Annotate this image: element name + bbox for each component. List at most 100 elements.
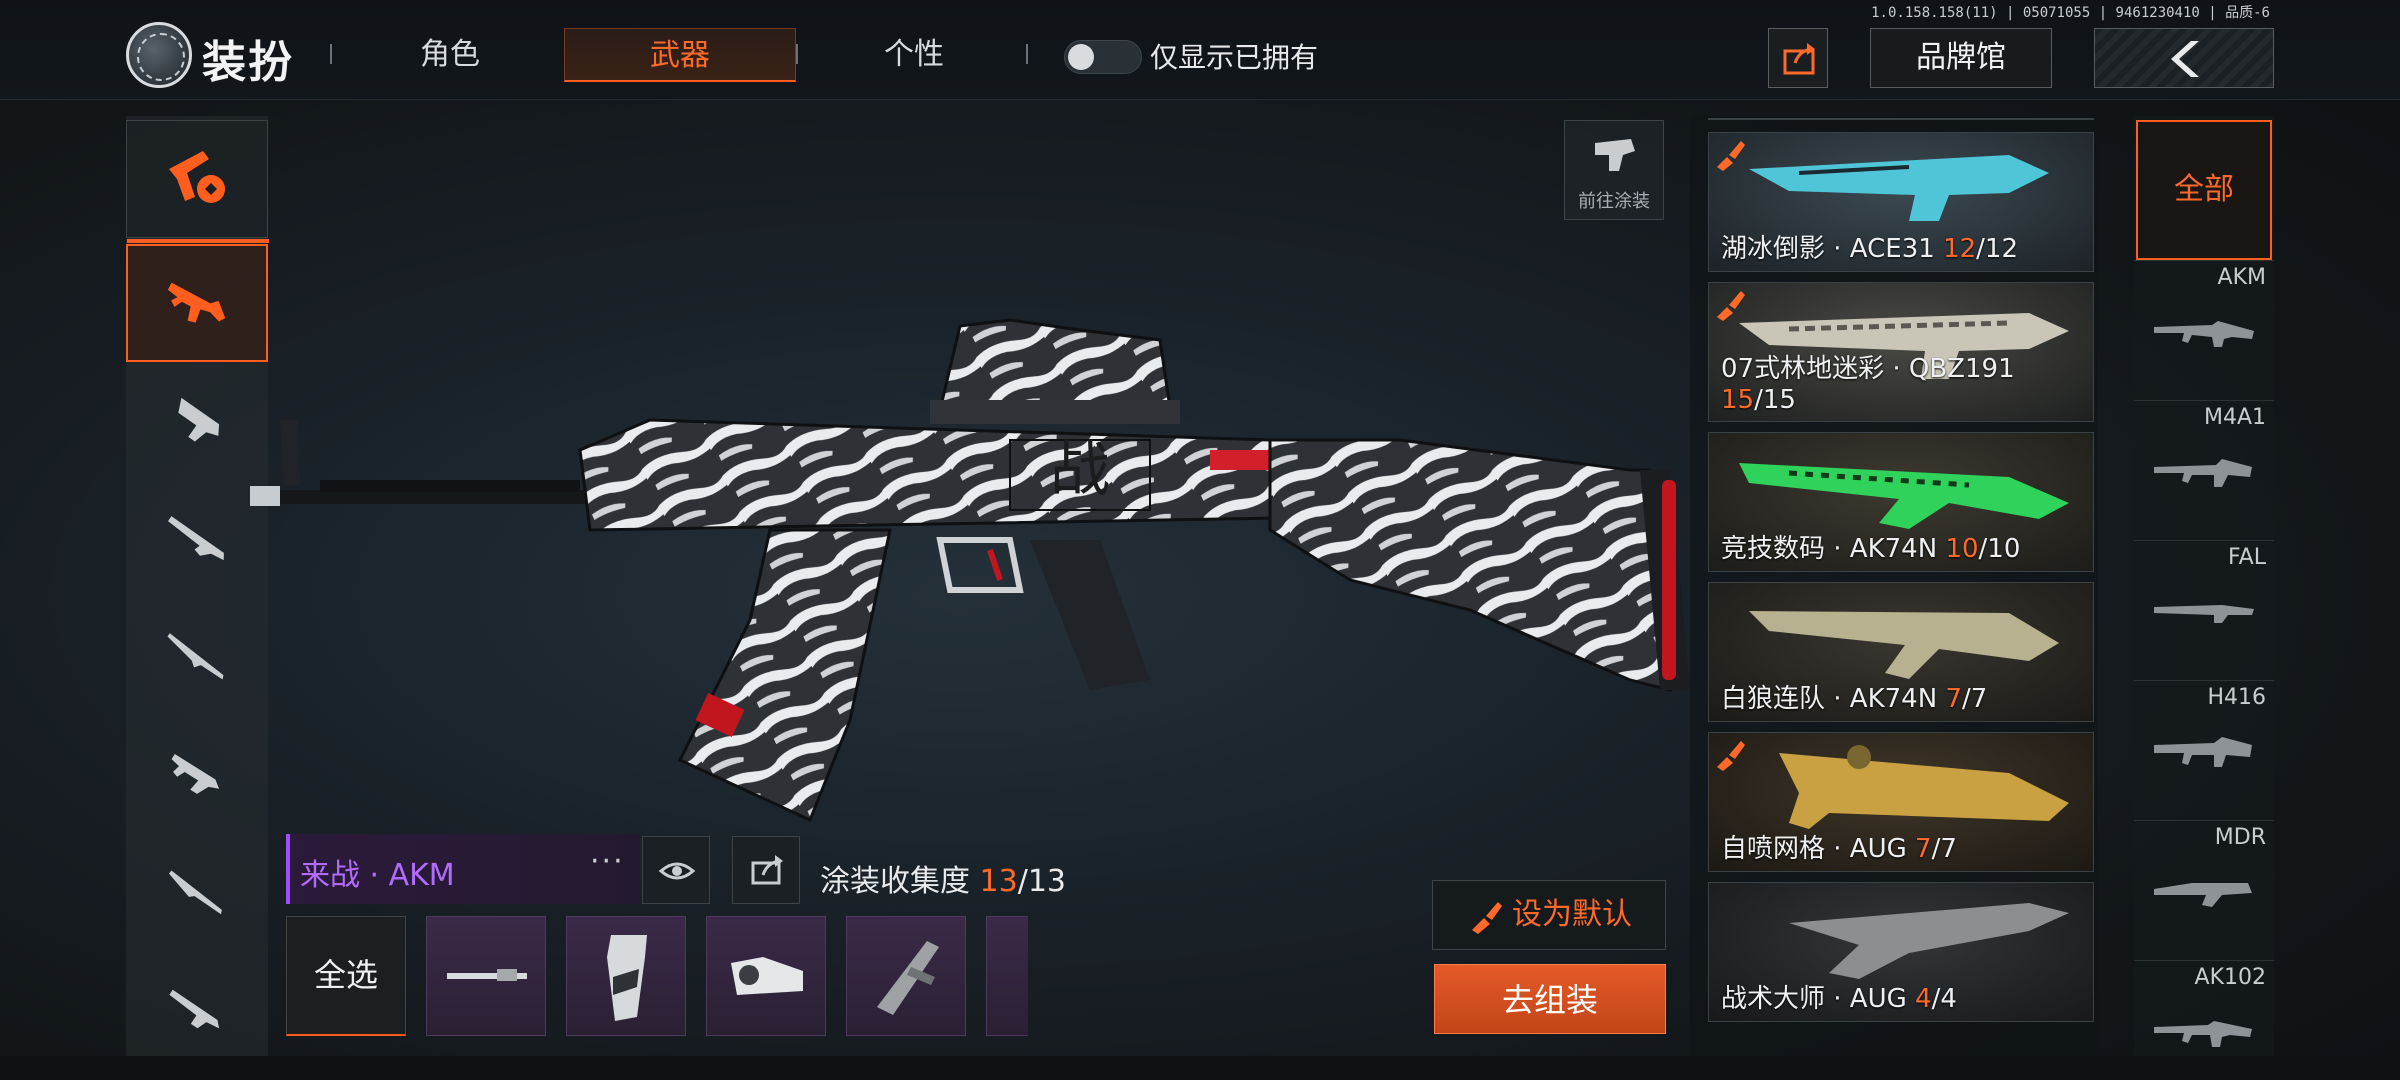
- skin-card-aug-tactical[interactable]: 战术大师 · AUG 4/4: [1708, 882, 2094, 1022]
- category-underline: [127, 239, 269, 243]
- set-default-button[interactable]: 设为默认: [1432, 880, 1666, 950]
- skin-caption: 自喷网格 · AUG 7/7: [1721, 828, 1957, 865]
- tab-weapon[interactable]: 武器: [564, 28, 796, 82]
- assemble-button[interactable]: 去组装: [1434, 964, 1666, 1034]
- weapon-name: AK102: [2194, 965, 2266, 990]
- skin-total: /10: [1978, 534, 2021, 564]
- divider: [796, 44, 798, 64]
- skin-share-button[interactable]: [732, 836, 800, 904]
- globe-logo-icon: [126, 22, 192, 88]
- part-slot-more[interactable]: [986, 916, 1028, 1036]
- category-lmg[interactable]: [126, 952, 268, 1070]
- smg-icon: [178, 397, 220, 442]
- select-all-parts-button[interactable]: 全选: [286, 916, 406, 1036]
- weapon-list: 全部 AKM M4A1 FAL H416 MDR AK102: [2134, 116, 2274, 1056]
- set-default-label: 设为默认: [1512, 897, 1632, 932]
- weapon-filter-all[interactable]: 全部: [2136, 120, 2272, 260]
- weapon-name: H416: [2207, 685, 2266, 710]
- skin-card-ak74n-wolf[interactable]: 白狼连队 · AK74N 7/7: [1708, 582, 2094, 722]
- select-all-label: 全选: [313, 956, 378, 994]
- category-weapon-skins[interactable]: [126, 120, 269, 243]
- page-title: 装扮: [202, 37, 294, 88]
- collection-owned: 13: [979, 864, 1018, 899]
- part-slot-muzzle[interactable]: [426, 916, 546, 1036]
- weapon-item-mdr[interactable]: MDR: [2134, 820, 2274, 960]
- skin-total: /12: [1976, 234, 2018, 264]
- category-smg[interactable]: [126, 362, 268, 480]
- share-icon: [751, 855, 783, 885]
- skin-name: 白狼连队 · AK74N: [1721, 684, 1938, 714]
- goto-paint-button[interactable]: 前往涂装: [1564, 120, 1664, 220]
- carbine-icon: [171, 754, 220, 794]
- ak102-icon: [2154, 1021, 2252, 1047]
- weapon-category-bar: [126, 116, 269, 1056]
- spray-gun-icon: [1595, 139, 1635, 171]
- divider: [330, 44, 332, 64]
- fal-icon: [2154, 605, 2254, 623]
- skin-caption: 07式林地迷彩 · QBZ191 15/15: [1721, 348, 2093, 415]
- category-carbine[interactable]: [126, 716, 268, 834]
- marksman-rifle-icon: [167, 633, 224, 680]
- owned-only-toggle[interactable]: [1064, 40, 1142, 74]
- tab-personality[interactable]: 个性: [844, 28, 984, 82]
- share-button[interactable]: [1768, 28, 1828, 88]
- skin-thumbnail-ak74n-digital: [1739, 463, 2069, 529]
- brush-icon: [1472, 901, 1502, 934]
- skin-owned: 4: [1915, 984, 1932, 1014]
- sight-part-icon: [731, 957, 803, 995]
- skin-owned: 7: [1915, 834, 1932, 864]
- weapon-item-akm[interactable]: AKM: [2134, 260, 2274, 400]
- weapon-preview-akm[interactable]: 战: [250, 290, 1700, 830]
- back-button[interactable]: [2094, 28, 2274, 88]
- tab-character[interactable]: 角色: [380, 28, 520, 82]
- skin-owned: 15: [1721, 385, 1755, 415]
- eye-icon: [658, 862, 696, 880]
- skin-card-ak74n-digital[interactable]: 竞技数码 · AK74N 10/10: [1708, 432, 2094, 572]
- stock-part-icon: [877, 941, 939, 1015]
- brush-badge-icon: [1717, 291, 1745, 321]
- part-slot-grip[interactable]: [566, 916, 686, 1036]
- skin-thumbnail-aug-spray: [1779, 745, 2069, 829]
- weapon-item-m4a1[interactable]: M4A1: [2134, 400, 2274, 540]
- weapon-name: M4A1: [2203, 405, 2266, 430]
- assault-rifle-icon: [167, 282, 226, 323]
- skin-name: 战术大师 · AUG: [1721, 984, 1907, 1014]
- preview-eye-button[interactable]: [642, 836, 710, 904]
- skin-name: 自喷网格 · AUG: [1721, 834, 1907, 864]
- weapon-item-fal[interactable]: FAL: [2134, 540, 2274, 680]
- sniper-rifle-icon: [168, 516, 224, 561]
- grip-part-icon: [607, 935, 647, 1021]
- list-top-divider: [1708, 118, 2094, 120]
- skin-caption: 竞技数码 · AK74N 10/10: [1721, 528, 2020, 565]
- mdr-icon: [2154, 883, 2252, 907]
- category-assault-rifle[interactable]: [126, 244, 268, 362]
- muzzle-part-icon: [447, 969, 527, 981]
- weapon-skin-icon: [169, 151, 225, 203]
- category-shotgun[interactable]: [126, 834, 268, 952]
- skin-owned: 10: [1945, 534, 1979, 564]
- more-options-button[interactable]: ···: [590, 844, 625, 879]
- goto-paint-label: 前往涂装: [1578, 191, 1650, 212]
- category-sniper[interactable]: [126, 480, 268, 598]
- skin-list: 湖冰倒影 · ACE31 12/12 07式林地迷彩 · QBZ191 15/1…: [1690, 116, 2098, 1056]
- brand-hall-button[interactable]: 品牌馆: [1870, 28, 2052, 88]
- category-marksman[interactable]: [126, 598, 268, 716]
- skin-total: /7: [1961, 684, 1988, 714]
- weapon-name: FAL: [2228, 545, 2266, 570]
- chevron-left-icon: [2171, 41, 2199, 77]
- bottom-edge: [0, 1056, 2400, 1080]
- skin-caption: 湖冰倒影 · ACE31 12/12: [1721, 228, 2018, 265]
- skin-card-aug-spray[interactable]: 自喷网格 · AUG 7/7: [1708, 732, 2094, 872]
- weapon-item-h416[interactable]: H416: [2134, 680, 2274, 820]
- skin-card-ace31[interactable]: 湖冰倒影 · ACE31 12/12: [1708, 132, 2094, 272]
- lmg-icon: [169, 989, 220, 1029]
- skin-thumbnail-ak74n-wolf: [1749, 611, 2059, 679]
- part-slot-stock[interactable]: [846, 916, 966, 1036]
- akm-icon: [2154, 321, 2254, 347]
- weapon-name: MDR: [2214, 825, 2266, 850]
- collection-progress: 涂装收集度 13/13: [820, 856, 1066, 900]
- owned-only-label: 仅显示已拥有: [1150, 41, 1319, 74]
- part-slot-sight[interactable]: [706, 916, 826, 1036]
- skin-owned: 12: [1943, 234, 1977, 264]
- skin-card-qbz191[interactable]: 07式林地迷彩 · QBZ191 15/15: [1708, 282, 2094, 422]
